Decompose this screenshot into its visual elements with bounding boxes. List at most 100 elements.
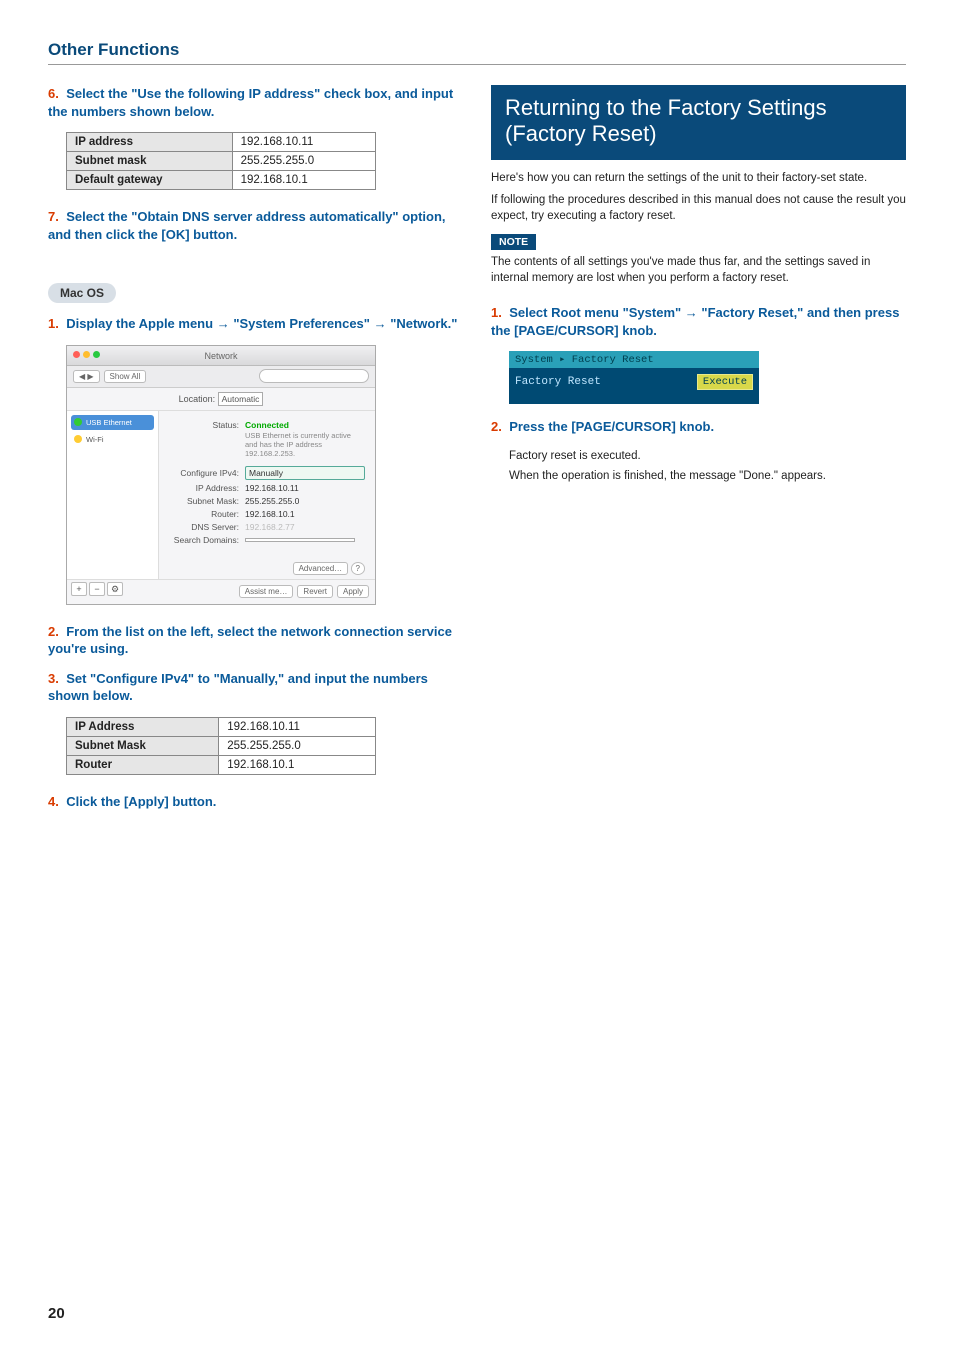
step-6: 6. Select the "Use the following IP addr… [48, 85, 463, 120]
arrow-icon: → [217, 316, 230, 331]
mac-network-screenshot: Network ◀ ▶ Show All Location: Automatic… [66, 345, 376, 605]
mac-sidebar: USB Ethernet Wi-Fi [67, 411, 159, 579]
cfg-select: Manually [245, 466, 365, 480]
cell-label: Default gateway [67, 171, 233, 190]
cell-label: Subnet Mask [67, 736, 219, 755]
gear-icon: ⚙ [107, 582, 123, 596]
mac-step-3: 3. Set "Configure IPv4" to "Manually," a… [48, 670, 463, 705]
remove-icon: − [89, 582, 105, 596]
back-button: ◀ ▶ [73, 370, 100, 383]
section-title-line1: Returning to the Factory Settings [505, 95, 892, 121]
text-part: "System Preferences" [233, 316, 373, 331]
right-step-1: 1. Select Root menu "System" → "Factory … [491, 304, 906, 339]
step-text: Set "Configure IPv4" to "Manually," and … [48, 671, 428, 704]
right-column: Returning to the Factory Settings (Facto… [491, 85, 906, 822]
cell-value: 255.255.255.0 [232, 152, 375, 171]
step-number: 3. [48, 671, 59, 686]
section-title-line2: (Factory Reset) [505, 121, 892, 147]
status-dot-icon [74, 418, 82, 426]
cell-value: 192.168.10.1 [232, 171, 375, 190]
cell-label: IP address [67, 133, 233, 152]
cfg-label: Configure IPv4: [169, 468, 239, 478]
cell-label: Subnet mask [67, 152, 233, 171]
showall-button: Show All [104, 370, 147, 383]
step-text: Select the "Use the following IP address… [48, 86, 453, 119]
assist-button: Assist me… [239, 585, 294, 598]
sidebar-label: Wi-Fi [86, 435, 104, 444]
arrow-icon: → [685, 305, 698, 320]
device-screenshot: System ▸ Factory Reset Factory Reset Exe… [509, 351, 759, 404]
text-part: Display the Apple menu [66, 316, 217, 331]
status-value: Connected [245, 420, 289, 430]
step-text: Click the [Apply] button. [66, 794, 216, 809]
paragraph: Here's how you can return the settings o… [491, 170, 906, 186]
router-value: 192.168.10.1 [245, 509, 295, 519]
step-text: Display the Apple menu → "System Prefere… [66, 316, 457, 331]
ip-table-windows: IP address 192.168.10.11 Subnet mask 255… [66, 132, 376, 190]
mac-toolbar: ◀ ▶ Show All [67, 366, 375, 388]
zoom-icon [93, 351, 100, 358]
advanced-button: Advanced… [293, 562, 349, 575]
dns-label: DNS Server: [169, 522, 239, 532]
status-dot-icon [74, 435, 82, 443]
step-number: 2. [491, 419, 502, 434]
step-number: 6. [48, 86, 59, 101]
page-number: 20 [48, 1305, 65, 1322]
table-row: Subnet Mask 255.255.255.0 [67, 736, 376, 755]
close-icon [73, 351, 80, 358]
note-text: The contents of all settings you've made… [491, 254, 906, 286]
text-part: Select Root menu "System" [509, 305, 685, 320]
device-execute-button: Execute [697, 374, 753, 390]
arrow-icon: → [374, 316, 387, 331]
text-part: "Network." [390, 316, 457, 331]
step-text: Press the [PAGE/CURSOR] knob. [509, 419, 714, 434]
location-label: Location: [179, 394, 216, 404]
cell-label: IP Address [67, 717, 219, 736]
dns-value: 192.168.2.77 [245, 522, 295, 532]
apply-button: Apply [337, 585, 369, 598]
sidebar-item-wifi: Wi-Fi [71, 432, 154, 447]
status-sub: USB Ethernet is currently active and has… [245, 431, 365, 458]
mac-step-4: 4. Click the [Apply] button. [48, 793, 463, 811]
cell-label: Router [67, 755, 219, 774]
mask-value: 255.255.255.0 [245, 496, 299, 506]
step-number: 1. [48, 316, 59, 331]
section-title-box: Returning to the Factory Settings (Facto… [491, 85, 906, 160]
step-text: Select the "Obtain DNS server address au… [48, 209, 446, 242]
sidebar-footer: + − ⚙ [67, 579, 159, 603]
search-domains-label: Search Domains: [169, 535, 239, 545]
revert-button: Revert [297, 585, 333, 598]
step-text: Select Root menu "System" → "Factory Res… [491, 305, 899, 338]
step-number: 7. [48, 209, 59, 224]
paragraph: If following the procedures described in… [491, 192, 906, 224]
help-button: ? [351, 562, 365, 575]
step-7: 7. Select the "Obtain DNS server address… [48, 208, 463, 243]
ip-label: IP Address: [169, 483, 239, 493]
mac-titlebar: Network [67, 346, 375, 366]
mask-label: Subnet Mask: [169, 496, 239, 506]
body-text: When the operation is finished, the mess… [509, 468, 906, 484]
left-column: 6. Select the "Use the following IP addr… [48, 85, 463, 822]
note-tag: NOTE [491, 234, 536, 250]
cell-value: 192.168.10.11 [232, 133, 375, 152]
add-icon: + [71, 582, 87, 596]
step-text: From the list on the left, select the ne… [48, 624, 452, 657]
sidebar-item-usb: USB Ethernet [71, 415, 154, 430]
body-text: Factory reset is executed. [509, 448, 906, 464]
status-label: Status: [169, 420, 239, 430]
table-row: IP Address 192.168.10.11 [67, 717, 376, 736]
search-domains-input [245, 538, 355, 542]
table-row: Router 192.168.10.1 [67, 755, 376, 774]
minimize-icon [83, 351, 90, 358]
ip-value: 192.168.10.11 [245, 483, 299, 493]
mac-step-2: 2. From the list on the left, select the… [48, 623, 463, 658]
step-number: 4. [48, 794, 59, 809]
table-row: Default gateway 192.168.10.1 [67, 171, 376, 190]
table-row: Subnet mask 255.255.255.0 [67, 152, 376, 171]
step-number: 1. [491, 305, 502, 320]
step-number: 2. [48, 624, 59, 639]
right-step-2: 2. Press the [PAGE/CURSOR] knob. [491, 418, 906, 436]
mac-footer: Assist me… Revert Apply [159, 579, 375, 603]
page-header: Other Functions [48, 40, 906, 65]
macos-tag: Mac OS [48, 283, 116, 303]
